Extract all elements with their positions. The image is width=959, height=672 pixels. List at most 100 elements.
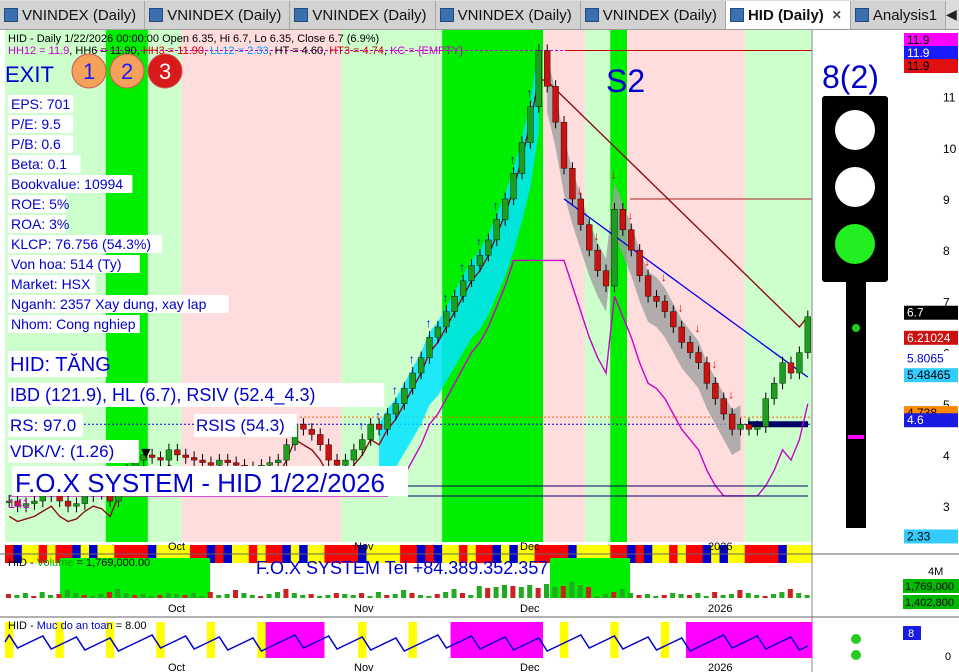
candle-body xyxy=(350,449,358,461)
candle-body xyxy=(359,439,366,451)
safety-cell xyxy=(223,622,233,658)
traffic-light-lamp xyxy=(835,224,875,264)
buy-arrow-icon: ↑ xyxy=(375,408,381,422)
volume-bar xyxy=(762,596,768,598)
volume-bar xyxy=(174,594,180,598)
price-tick-label: 11 xyxy=(943,91,956,105)
volume-bar xyxy=(501,585,508,598)
price-tag-label: 6.21024 xyxy=(907,331,951,345)
volume-bar xyxy=(712,592,718,598)
indicator-header: HH12 = 11.9, HH6 = 11.90, HH3 = 11.90, L… xyxy=(8,45,463,57)
tab-label: VNINDEX (Daily) xyxy=(602,6,717,24)
candle-body xyxy=(468,265,475,282)
tab-vnindex-daily-1[interactable]: VNINDEX (Daily) xyxy=(145,1,291,29)
volume-bar xyxy=(216,595,222,598)
tab-vnindex-daily-0[interactable]: VNINDEX (Daily) xyxy=(0,1,146,29)
volume-bar xyxy=(594,596,600,598)
signal-dot xyxy=(852,324,860,332)
safety-cell xyxy=(156,622,166,658)
volume-bar xyxy=(636,595,642,598)
safety-cell xyxy=(450,622,460,658)
volume-bar xyxy=(140,594,146,598)
safety-cell xyxy=(652,622,662,658)
candle-body xyxy=(266,462,273,466)
fundamental-item: ROA: 3% xyxy=(11,216,69,232)
candle-body xyxy=(560,121,568,169)
volume-bar xyxy=(14,595,20,598)
safety-label: HID - Muc do an toan = 8.00 xyxy=(8,620,147,632)
volume-bar xyxy=(115,589,121,598)
candle-body xyxy=(510,173,517,200)
candle-body xyxy=(300,424,307,430)
safety-cell xyxy=(543,622,552,658)
buy-arrow-icon: ↑ xyxy=(493,198,499,212)
tab-analysis1-6[interactable]: Analysis1 xyxy=(850,1,947,29)
volume-bar xyxy=(535,588,541,598)
month-label: 2026 xyxy=(708,541,732,553)
candle-body xyxy=(443,311,450,328)
price-chart[interactable]: ↑↑↑↑↑↑↑↑↑↑↑↓↓↓↓↓↓↓↓↓↓3456789101111.911.9… xyxy=(0,30,959,672)
buy-arrow-icon: ↑ xyxy=(409,352,415,366)
status-text: IBD (121.9), HL (6.7), RSIV (52.4_4.3) xyxy=(10,385,315,406)
safety-cell xyxy=(408,622,418,658)
exit-badge-label: 3 xyxy=(159,59,171,84)
volume-bar xyxy=(544,584,550,598)
candle-body xyxy=(174,449,181,456)
tab-vnindex-daily-4[interactable]: VNINDEX (Daily) xyxy=(580,1,726,29)
candle-body xyxy=(737,424,744,430)
volume-bar xyxy=(401,590,407,598)
close-icon[interactable]: ✕ xyxy=(832,8,842,22)
volume-bar xyxy=(770,594,777,598)
candle-body xyxy=(594,249,601,271)
volume-bar xyxy=(468,595,474,598)
signal-marker xyxy=(848,435,864,439)
safety-cell xyxy=(416,622,426,658)
volume-bar xyxy=(81,595,87,598)
candle-body xyxy=(342,459,349,466)
safety-cell xyxy=(618,622,628,658)
fundamental-item: Von hoa: 514 (Ty) xyxy=(11,256,122,272)
volume-bar xyxy=(317,596,323,598)
price-tag-label: 5.48465 xyxy=(907,368,951,382)
safety-cell xyxy=(475,622,485,658)
price-tick-label: 3 xyxy=(943,500,950,514)
safety-cell xyxy=(509,622,519,658)
safety-cell xyxy=(551,622,561,658)
volume-bar xyxy=(737,590,743,598)
label-141: 141 xyxy=(8,496,30,511)
tab-hid-daily-5[interactable]: HID (Daily) ✕ xyxy=(725,1,851,29)
price-tick-label: 9 xyxy=(943,193,950,207)
safety-cell xyxy=(257,622,266,658)
candle-body xyxy=(787,362,795,374)
volume-bar xyxy=(443,592,449,598)
volume-bar xyxy=(148,596,154,598)
tab-vnindex-daily-2[interactable]: VNINDEX (Daily) xyxy=(290,1,436,29)
volume-bar xyxy=(720,595,726,598)
fundamental-item: Nganh: 2357 Xay dung, xay lap xyxy=(11,296,207,312)
regime-band xyxy=(744,30,812,542)
volume-bar xyxy=(384,595,390,598)
candle-body xyxy=(569,168,576,200)
s2-label: S2 xyxy=(606,63,645,99)
volume-bar xyxy=(308,594,314,598)
volume-tag-label: 1,402,800 xyxy=(905,597,954,609)
candle-body xyxy=(401,388,408,404)
price-tick-label: 10 xyxy=(943,142,957,156)
volume-bar xyxy=(804,595,810,598)
sell-arrow-icon: ↓ xyxy=(661,270,667,284)
candle-body xyxy=(182,454,189,458)
volume-bar xyxy=(695,593,701,598)
volume-bar xyxy=(703,596,709,598)
volume-bar xyxy=(325,595,331,598)
volume-bar xyxy=(249,595,255,598)
safety-cell xyxy=(358,622,367,658)
safety-cell xyxy=(332,622,342,658)
fundamental-item: P/E: 9.5 xyxy=(11,116,61,132)
safety-cell xyxy=(727,622,737,658)
tab-vnindex-daily-3[interactable]: VNINDEX (Daily) xyxy=(435,1,581,29)
scroll-left-icon[interactable]: ◀ xyxy=(946,6,957,23)
candle-body xyxy=(678,326,685,343)
volume-bar xyxy=(417,595,423,598)
safety-cell xyxy=(274,622,283,658)
month-label: Oct xyxy=(168,541,185,553)
